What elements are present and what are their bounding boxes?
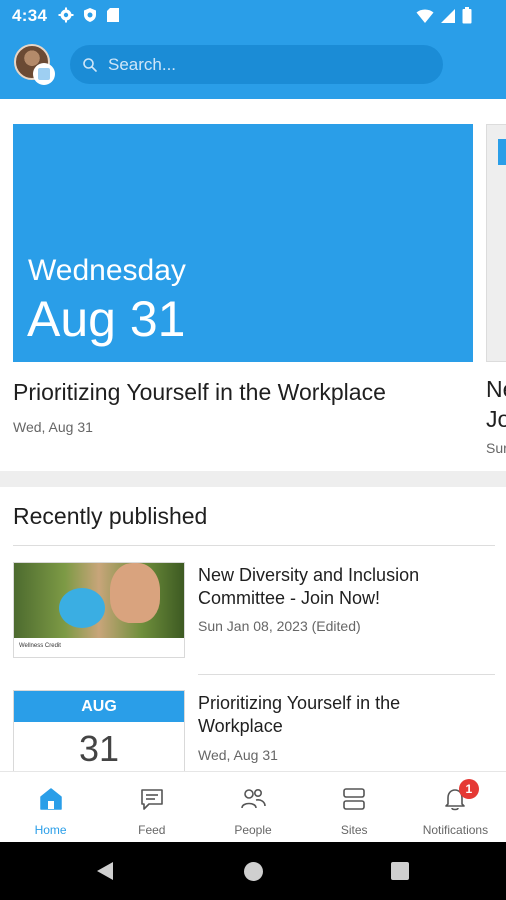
person-image	[110, 563, 160, 623]
home-button[interactable]	[244, 862, 263, 881]
search-bar[interactable]	[70, 45, 443, 84]
app-header: 4:34	[0, 0, 506, 99]
calendar-day: 31	[78, 728, 120, 769]
nav-item-feed[interactable]: Feed	[101, 772, 202, 842]
card-tag	[498, 139, 506, 165]
card-meta: Sur	[486, 440, 506, 456]
battery-icon	[462, 7, 472, 24]
nav-label: Feed	[138, 823, 166, 837]
nav-item-people[interactable]: People	[202, 772, 303, 842]
news-meta: Wed, Aug 31	[198, 747, 278, 763]
status-time: 4:34	[12, 6, 48, 25]
chat-icon	[140, 789, 163, 810]
nav-item-sites[interactable]: Sites	[304, 772, 405, 842]
nav-label: People	[234, 823, 272, 837]
sites-icon	[343, 788, 366, 810]
card-date: Aug 31	[27, 291, 186, 347]
status-bar: 4:34	[0, 0, 506, 32]
status-icons-left	[58, 7, 120, 23]
thumbnail-photo	[14, 563, 184, 638]
sd-card-icon	[107, 8, 119, 22]
back-icon[interactable]	[96, 861, 114, 881]
carousel-card[interactable]: Ne Jo Sur	[486, 124, 506, 456]
news-title: Prioritizing Yourself in the Workplace	[198, 693, 401, 736]
nav-item-notifications[interactable]: 1 Notifications	[405, 772, 506, 842]
home-icon	[39, 788, 62, 810]
nav-label: Home	[34, 823, 67, 837]
gear-icon	[58, 7, 74, 23]
news-meta: Sun Jan 08, 2023 (Edited)	[198, 618, 361, 634]
card-title: Prioritizing Yourself in the Workplace	[13, 379, 386, 405]
recents-button[interactable]	[391, 862, 409, 880]
section-divider	[0, 471, 506, 487]
nav-label: Sites	[340, 823, 368, 837]
signal-icon	[441, 8, 455, 23]
nav-item-home[interactable]: Home	[0, 772, 101, 842]
search-input[interactable]	[108, 54, 408, 75]
system-nav-bar	[0, 842, 506, 900]
nav-label: Notifications	[422, 823, 489, 837]
list-divider	[198, 674, 495, 675]
wifi-icon	[416, 9, 434, 23]
calendar-month: AUG	[14, 691, 184, 722]
org-badge-icon	[38, 68, 50, 80]
search-icon	[83, 57, 97, 72]
news-thumbnail: Wellness Credit	[13, 562, 185, 658]
card-day-of-week: Wednesday	[28, 254, 186, 287]
card-image	[486, 124, 506, 362]
card-meta: Wed, Aug 31	[13, 419, 93, 435]
status-icons-right	[416, 7, 472, 24]
people-icon	[241, 789, 266, 809]
avatar-badge	[33, 63, 55, 85]
news-title: New Diversity and Inclusion Committee - …	[198, 565, 420, 608]
news-carousel[interactable]: Wednesday Aug 31 Prioritizing Yourself i…	[0, 99, 506, 471]
bottom-nav: Home Feed People Sites 1 Notifications	[0, 771, 506, 842]
card-title: Ne Jo	[486, 376, 506, 432]
piggy-bank-image	[59, 588, 105, 628]
section-rule	[13, 545, 495, 546]
thumbnail-caption: Wellness Credit	[19, 643, 61, 649]
section-title: Recently published	[13, 503, 208, 529]
shield-icon	[84, 8, 96, 22]
card-image: Wednesday Aug 31	[13, 124, 473, 362]
notification-badge: 1	[458, 779, 479, 799]
carousel-card[interactable]: Wednesday Aug 31 Prioritizing Yourself i…	[13, 124, 473, 435]
